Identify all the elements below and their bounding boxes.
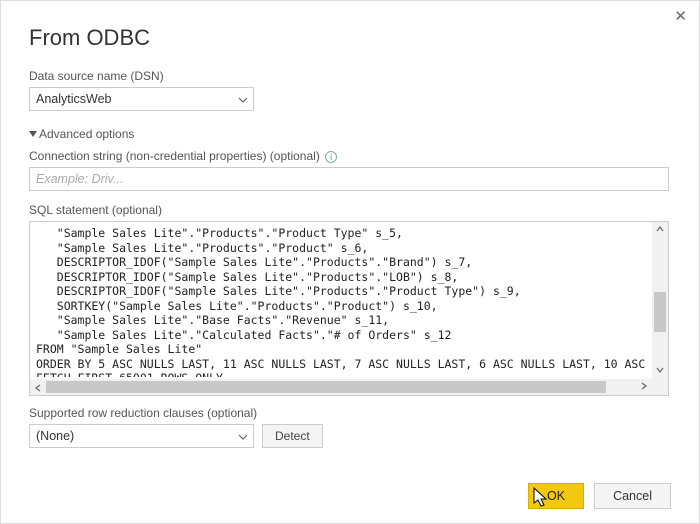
sql-statement-input[interactable] — [30, 222, 652, 377]
triangle-down-icon — [29, 131, 37, 137]
dialog-footer: OK Cancel — [528, 483, 671, 509]
dialog-title: From ODBC — [29, 25, 671, 51]
advanced-options-toggle[interactable]: Advanced options — [29, 127, 671, 141]
ok-button[interactable]: OK — [528, 483, 584, 509]
row-reduction-select[interactable] — [29, 424, 254, 448]
dsn-label: Data source name (DSN) — [29, 69, 671, 83]
scroll-up-icon[interactable] — [652, 222, 668, 238]
vscroll-thumb[interactable] — [654, 292, 666, 332]
dsn-value[interactable] — [29, 87, 254, 111]
row-reduction-value[interactable] — [29, 424, 254, 448]
conn-string-label: Connection string (non-credential proper… — [29, 149, 671, 163]
detect-button[interactable]: Detect — [262, 424, 323, 448]
dsn-select[interactable] — [29, 87, 254, 111]
scroll-left-icon[interactable] — [30, 381, 46, 397]
cancel-button[interactable]: Cancel — [594, 483, 671, 509]
scroll-corner — [652, 379, 668, 395]
sql-label: SQL statement (optional) — [29, 203, 671, 217]
hscroll-thumb[interactable] — [46, 381, 606, 393]
row-reduction-label: Supported row reduction clauses (optiona… — [29, 406, 671, 420]
conn-string-input[interactable] — [29, 167, 669, 191]
conn-string-label-text: Connection string (non-credential proper… — [29, 149, 320, 163]
sql-statement-box — [29, 221, 669, 396]
info-icon[interactable]: i — [325, 151, 337, 163]
dialog-body: From ODBC Data source name (DSN) Advance… — [1, 1, 699, 478]
vertical-scrollbar[interactable] — [652, 222, 668, 379]
scroll-down-icon[interactable] — [652, 363, 668, 379]
advanced-options-label: Advanced options — [39, 127, 134, 141]
horizontal-scrollbar[interactable] — [30, 379, 652, 395]
scroll-right-icon[interactable] — [636, 379, 652, 395]
close-icon[interactable]: ✕ — [674, 7, 687, 25]
